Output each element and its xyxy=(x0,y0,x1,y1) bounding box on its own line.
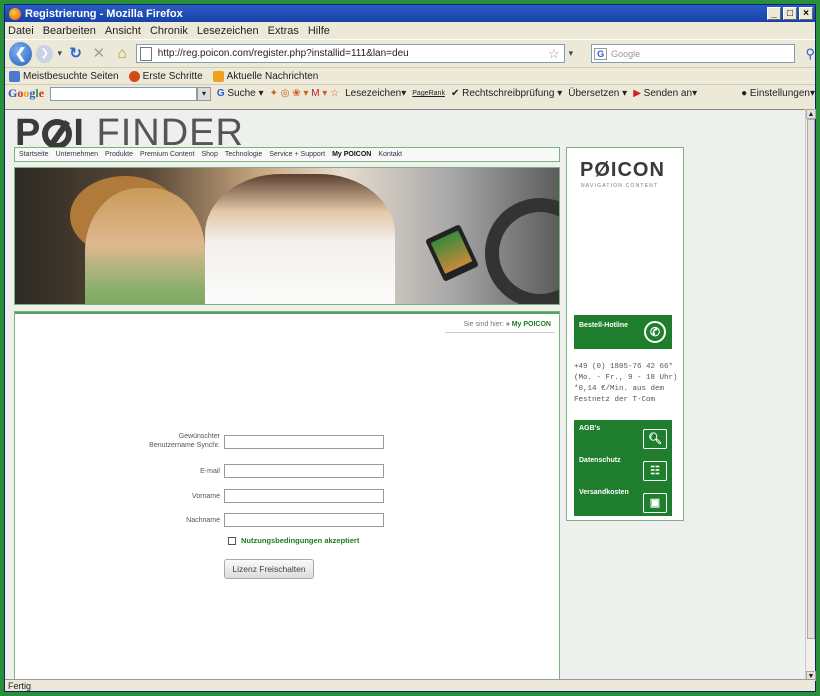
google-search-input[interactable] xyxy=(50,86,198,101)
google-bookmarks[interactable]: Lesezeichen▾ xyxy=(345,88,406,99)
folder-icon xyxy=(9,70,20,82)
breadcrumb: Sie sind hier: » My POICON xyxy=(463,321,551,328)
history-dropdown-icon[interactable]: ▾ xyxy=(57,48,62,59)
firstname-label: Vorname xyxy=(191,493,220,500)
menu-hilfe[interactable]: Hilfe xyxy=(308,25,330,37)
forward-button[interactable]: ❯ xyxy=(36,44,54,63)
google-translate[interactable]: Übersetzen ▾ xyxy=(568,88,627,99)
terms-label[interactable]: Nutzungsbedingungen akzeptiert xyxy=(241,536,359,545)
stop-icon[interactable]: ✕ xyxy=(89,44,108,64)
url-text[interactable]: http://reg.poicon.com/register.php?insta… xyxy=(158,48,548,59)
maximize-button[interactable]: □ xyxy=(783,7,797,20)
google-dropdown-icon[interactable]: ▾ xyxy=(197,86,211,101)
nav-shop[interactable]: Shop xyxy=(202,151,218,158)
versandkosten-button[interactable]: Versandkosten ▣ xyxy=(574,484,672,516)
nav-technologie[interactable]: Technologie xyxy=(225,151,262,158)
bookmark-nachrichten[interactable]: Aktuelle Nachrichten xyxy=(212,70,318,82)
site-navigation: Startseite Unternehmen Produkte Premium … xyxy=(14,147,560,162)
firefox-bookmark-icon xyxy=(128,70,140,82)
minimize-button[interactable]: _ xyxy=(767,7,781,20)
bookmark-star-icon[interactable]: ☆ xyxy=(548,46,560,62)
browser-window: Registrierung - Mozilla Firefox _ □ × Da… xyxy=(4,4,816,692)
status-bar: Fertig xyxy=(5,679,815,691)
nav-premium-content[interactable]: Premium Content xyxy=(140,151,194,158)
reload-icon[interactable]: ↻ xyxy=(66,44,85,64)
menu-datei[interactable]: Datei xyxy=(8,25,34,37)
poicon-tagline: NAVIGATION CONTENT xyxy=(581,183,659,189)
search-magnifier-icon[interactable]: ⚲ xyxy=(805,46,815,62)
username-label: Gewünschter Benutzername Synchr. xyxy=(149,433,220,449)
navigation-toolbar: ❮ ❯ ▾ ↻ ✕ ⌂ http://reg.poicon.com/regist… xyxy=(5,39,815,67)
menu-bearbeiten[interactable]: Bearbeiten xyxy=(43,25,96,37)
search-box[interactable]: G Google xyxy=(591,44,796,63)
firefox-icon xyxy=(9,7,21,20)
lock-document-icon: ☷ xyxy=(643,461,667,481)
google-logo[interactable]: Google xyxy=(8,86,44,101)
menu-chronik[interactable]: Chronik xyxy=(150,25,188,37)
hero-woman xyxy=(85,188,205,304)
lastname-label: Nachname xyxy=(186,517,220,524)
hero-man xyxy=(205,174,395,304)
datenschutz-button[interactable]: Datenschutz ☷ xyxy=(574,452,672,484)
close-button[interactable]: × xyxy=(799,7,813,20)
search-placeholder[interactable]: Google xyxy=(611,49,640,59)
nav-kontakt[interactable]: Kontakt xyxy=(378,151,402,158)
firstname-input[interactable] xyxy=(224,489,384,503)
menu-extras[interactable]: Extras xyxy=(268,25,299,37)
hero-steering-wheel xyxy=(485,198,559,304)
page-viewport: PI FINDER Startseite Unternehmen Produkt… xyxy=(5,109,805,681)
menu-lesezeichen[interactable]: Lesezeichen xyxy=(197,25,259,37)
google-settings[interactable]: ● Einstellungen▾ xyxy=(741,88,815,99)
submit-button[interactable]: Lizenz Freischalten xyxy=(224,559,314,579)
bookmarks-toolbar: Meistbesuchte Seiten Erste Schritte Aktu… xyxy=(5,67,815,84)
menu-bar: Datei Bearbeiten Ansicht Chronik Lesezei… xyxy=(5,22,815,39)
google-search-button[interactable]: G Suche ▾ xyxy=(217,88,264,99)
home-icon[interactable]: ⌂ xyxy=(113,44,132,64)
phone-icon: ✆ xyxy=(644,321,666,343)
truck-icon: ▣ xyxy=(643,493,667,513)
title-bar: Registrierung - Mozilla Firefox _ □ × xyxy=(5,5,815,22)
sidebar: PØICON NAVIGATION CONTENT Bestell-Hotlin… xyxy=(566,147,684,521)
scroll-up-arrow-icon[interactable]: ▲ xyxy=(806,109,816,119)
nav-my-poicon[interactable]: My POICON xyxy=(332,151,371,158)
nav-startseite[interactable]: Startseite xyxy=(19,151,49,158)
rss-icon xyxy=(212,70,224,82)
hotline-button[interactable]: Bestell-Hotline ✆ xyxy=(574,315,672,349)
page-icon xyxy=(139,46,152,61)
google-pagerank[interactable]: PageRank xyxy=(412,90,445,97)
username-input[interactable] xyxy=(224,435,384,449)
google-tools-icons[interactable]: ✦ ◎ ❀ ▾ M ▾ ☆ xyxy=(270,88,340,99)
url-bar[interactable]: http://reg.poicon.com/register.php?insta… xyxy=(135,44,565,63)
search-engine-icon[interactable]: G xyxy=(594,47,608,60)
nav-produkte[interactable]: Produkte xyxy=(105,151,133,158)
hero-image xyxy=(14,167,560,305)
document-magnifier-icon: 🔍︎ xyxy=(643,429,667,449)
google-toolbar: Google ▾ G Suche ▾ ✦ ◎ ❀ ▾ M ▾ ☆ Lesezei… xyxy=(5,84,815,102)
email-label: E-mail xyxy=(200,468,220,475)
terms-agree: Nutzungsbedingungen akzeptiert xyxy=(228,536,359,545)
menu-ansicht[interactable]: Ansicht xyxy=(105,25,141,37)
hero-navigation-device xyxy=(425,224,479,282)
url-dropdown-icon[interactable]: ▾ xyxy=(569,48,574,59)
scroll-thumb[interactable] xyxy=(807,119,815,639)
breadcrumb-current[interactable]: » My POICON xyxy=(506,321,551,328)
lastname-input[interactable] xyxy=(224,513,384,527)
hotline-info: +49 (0) 1805-76 42 66* (Mo. - Fr., 9 - 1… xyxy=(574,363,678,404)
bookmark-meistbesuchte[interactable]: Meistbesuchte Seiten xyxy=(9,70,119,82)
terms-checkbox[interactable] xyxy=(228,536,236,545)
back-button[interactable]: ❮ xyxy=(9,41,33,66)
google-send[interactable]: ▶ Senden an▾ xyxy=(633,88,697,99)
agb-button[interactable]: AGB's 🔍︎ xyxy=(574,420,672,452)
google-spellcheck[interactable]: ✔ Rechtschreibprüfung ▾ xyxy=(451,88,562,99)
bookmark-erste-schritte[interactable]: Erste Schritte xyxy=(128,70,203,82)
poicon-logo[interactable]: PØICON xyxy=(580,159,665,182)
window-title: Registrierung - Mozilla Firefox xyxy=(25,7,183,20)
logo-slash-o-icon xyxy=(42,119,73,149)
registration-panel: Sie sind hier: » My POICON Gewünschter Be… xyxy=(14,311,560,681)
vertical-scrollbar[interactable]: ▲ ▼ xyxy=(805,109,816,681)
nav-unternehmen[interactable]: Unternehmen xyxy=(56,151,98,158)
nav-service-support[interactable]: Service + Support xyxy=(269,151,325,158)
email-input[interactable] xyxy=(224,464,384,478)
